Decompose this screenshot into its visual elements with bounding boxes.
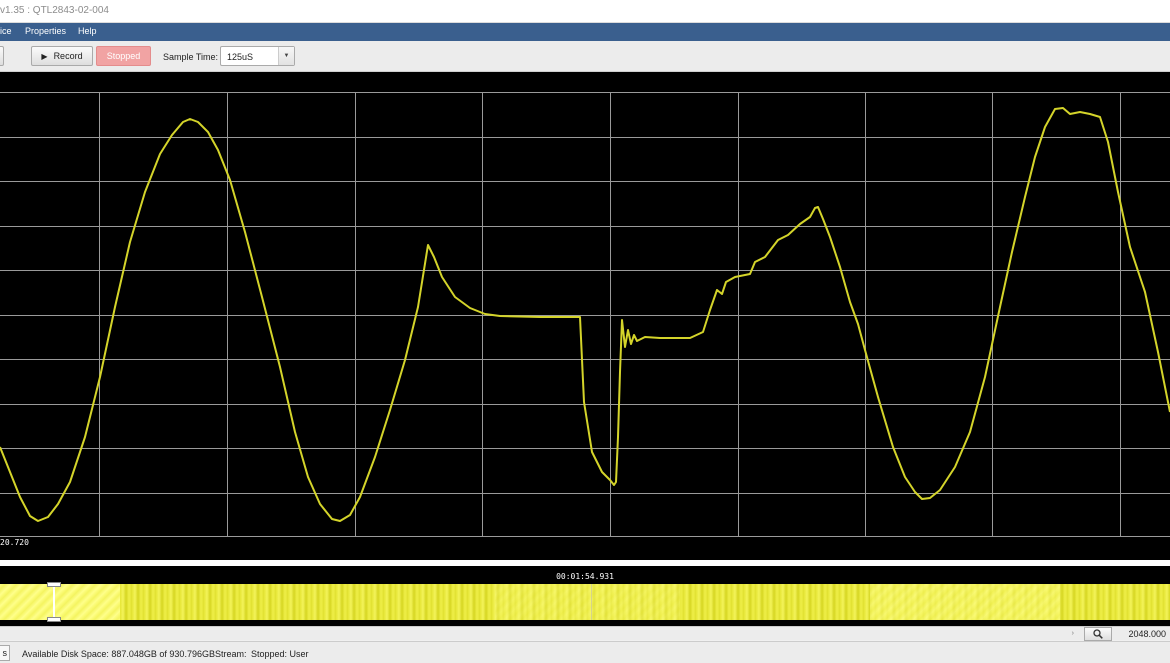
- overview-highlight: [870, 584, 1060, 620]
- overview-timeline[interactable]: 00:01:54.931: [0, 566, 1170, 626]
- toolbar: ▶ Record Stopped Sample Time: 125uS ▼: [0, 41, 1170, 72]
- handle-stem: [53, 587, 55, 617]
- horizontal-scrollbar[interactable]: ›: [0, 626, 1078, 640]
- disk-space-text: Available Disk Space: 887.048GB of 930.7…: [22, 649, 215, 659]
- scope-grid: [0, 92, 1170, 537]
- waveform-trace: [0, 107, 1170, 522]
- overview-playhead: [591, 584, 592, 620]
- sample-time-select[interactable]: 125uS ▼: [220, 46, 295, 66]
- overview-timestamp: 00:01:54.931: [556, 572, 614, 581]
- zoom-value[interactable]: 2048.000: [1128, 629, 1166, 639]
- menu-properties[interactable]: Properties: [25, 26, 66, 36]
- stopped-status-label: Stopped: [106, 51, 141, 61]
- overview-signal-band: [0, 584, 1170, 620]
- status-left-button-label: s: [2, 648, 8, 658]
- scope-display[interactable]: 20.720: [0, 72, 1170, 560]
- scope-plot: [0, 92, 1170, 537]
- zoom-control: 2048.000: [1078, 626, 1170, 641]
- menu-bar: ice Properties Help: [0, 23, 1170, 41]
- status-left-button[interactable]: s: [0, 645, 10, 661]
- magnifier-icon: [1093, 629, 1103, 639]
- status-bar: s Available Disk Space: 887.048GB of 930…: [0, 641, 1170, 663]
- handle-bottom-cap: [47, 617, 61, 622]
- title-bar: v1.35 : QTL2843-02-004: [0, 0, 1170, 23]
- sample-time-value: 125uS: [227, 52, 254, 62]
- menu-help[interactable]: Help: [78, 26, 97, 36]
- window-title: v1.35 : QTL2843-02-004: [0, 5, 109, 16]
- play-icon: ▶: [41, 51, 48, 61]
- record-button-label: Record: [53, 51, 83, 61]
- record-button[interactable]: ▶ Record: [31, 46, 93, 66]
- overview-highlight: [495, 584, 680, 620]
- scroll-right-arrow-icon[interactable]: ›: [1072, 630, 1074, 637]
- app-window: v1.35 : QTL2843-02-004 ice Properties He…: [0, 0, 1170, 663]
- menu-device[interactable]: ice: [0, 26, 12, 36]
- chevron-down-icon[interactable]: ▼: [278, 47, 294, 65]
- sample-time-label: Sample Time:: [163, 52, 219, 62]
- overview-drag-handle[interactable]: [47, 582, 61, 622]
- stream-status-value: Stopped: User: [251, 649, 309, 659]
- stopped-status-button[interactable]: Stopped: [96, 46, 151, 66]
- scope-value-readout: 20.720: [0, 538, 29, 547]
- zoom-button[interactable]: [1084, 627, 1112, 641]
- toolbar-left-button[interactable]: [0, 46, 4, 66]
- stream-label: Stream:: [215, 649, 247, 659]
